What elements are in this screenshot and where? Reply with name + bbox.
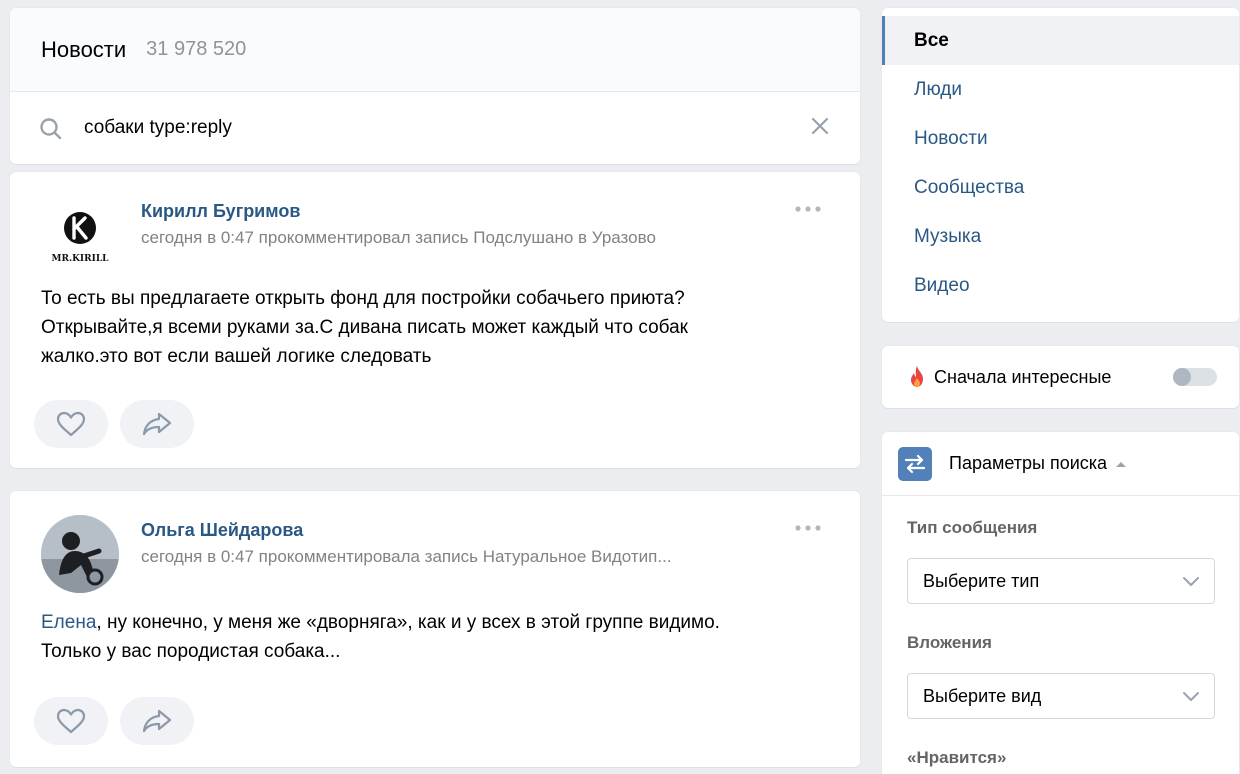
post-text-line: То есть вы предлагаете открыть фонд для … bbox=[41, 288, 685, 309]
search-input[interactable]: собаки type:reply bbox=[84, 117, 232, 139]
post-card: MR.KIRILL Кирилл Бугримов сегодня в 0:47… bbox=[10, 172, 860, 468]
more-options-icon[interactable] bbox=[794, 523, 822, 533]
mr-kirill-logo-icon: MR.KIRILL bbox=[52, 212, 110, 264]
post-source-link[interactable]: Подслушано в Уразово bbox=[473, 228, 656, 247]
post-text: То есть вы предлагаете открыть фонд для … bbox=[41, 284, 820, 371]
post-meta: сегодня в 0:47 прокомментировал запись П… bbox=[141, 228, 656, 248]
likes-label: «Нравится» bbox=[907, 748, 1007, 767]
interesting-first-row[interactable]: Сначала интересные bbox=[882, 346, 1239, 408]
sliders-icon bbox=[898, 446, 932, 481]
post-text-line: жалко.это вот если вашей логике следоват… bbox=[41, 346, 432, 367]
avatar[interactable] bbox=[41, 515, 119, 593]
post-author[interactable]: Кирилл Бугримов bbox=[141, 201, 300, 222]
heart-icon bbox=[56, 411, 86, 437]
caret-up-icon bbox=[1116, 461, 1127, 467]
filter-item-all[interactable]: Все bbox=[882, 16, 1239, 65]
filter-item-people[interactable]: Люди bbox=[882, 65, 1239, 114]
more-options-icon[interactable] bbox=[794, 204, 822, 214]
message-type-select[interactable]: Выберите тип bbox=[907, 558, 1215, 604]
filter-item-communities[interactable]: Сообщества bbox=[882, 163, 1239, 212]
heart-icon bbox=[56, 708, 86, 734]
search-params-panel: Параметры поиска Тип сообщения Выберите … bbox=[882, 432, 1239, 774]
attachments-select[interactable]: Выберите вид bbox=[907, 673, 1215, 719]
message-type-label: Тип сообщения bbox=[907, 518, 1038, 537]
mention-link[interactable]: Елена bbox=[41, 612, 96, 633]
post-text-fragment: , ну конечно, у меня же «дворняга», как … bbox=[96, 612, 720, 633]
post-author[interactable]: Ольга Шейдарова bbox=[141, 520, 303, 541]
filter-item-music[interactable]: Музыка bbox=[882, 212, 1239, 261]
search-card: Новости 31 978 520 собаки type:reply bbox=[10, 8, 860, 164]
post-text-line: Только у вас породистая собака... bbox=[41, 641, 341, 662]
like-button[interactable] bbox=[34, 697, 108, 745]
post-card: Ольга Шейдарова сегодня в 0:47 прокоммен… bbox=[10, 491, 860, 767]
post-meta: сегодня в 0:47 прокомментировала запись … bbox=[141, 547, 672, 567]
filter-item-video[interactable]: Видео bbox=[882, 261, 1239, 310]
share-icon bbox=[142, 709, 172, 733]
post-time: сегодня в 0:47 прокомментировала запись bbox=[141, 547, 483, 566]
toggle-knob bbox=[1173, 368, 1191, 386]
attachments-value: Выберите вид bbox=[923, 685, 1042, 706]
post-text-line: Елена, ну конечно, у меня же «дворняга»,… bbox=[41, 608, 820, 637]
share-button[interactable] bbox=[120, 400, 194, 448]
interesting-first-label: Сначала интересные bbox=[934, 366, 1112, 387]
page-header: Новости 31 978 520 bbox=[10, 8, 860, 92]
post-time: сегодня в 0:47 прокомментировал запись bbox=[141, 228, 474, 247]
interesting-first-toggle[interactable] bbox=[1173, 368, 1217, 386]
post-text: Елена, ну конечно, у меня же «дворняга»,… bbox=[41, 608, 820, 666]
page-title: Новости bbox=[41, 36, 127, 62]
search-bar[interactable]: собаки type:reply bbox=[10, 92, 860, 164]
post-text-line: Открывайте,я всеми руками за.С дивана пи… bbox=[41, 317, 688, 338]
close-icon[interactable] bbox=[808, 114, 832, 138]
search-section-filter: Все Люди Новости Сообщества Музыка Видео bbox=[882, 8, 1239, 322]
share-icon bbox=[142, 412, 172, 436]
like-button[interactable] bbox=[34, 400, 108, 448]
user-photo-icon bbox=[41, 515, 119, 593]
post-source-link[interactable]: Натуральное Видотип... bbox=[483, 547, 672, 566]
message-type-value: Выберите тип bbox=[923, 570, 1040, 591]
attachments-label: Вложения bbox=[907, 633, 992, 652]
share-button[interactable] bbox=[120, 697, 194, 745]
results-count: 31 978 520 bbox=[146, 38, 247, 60]
svg-text:MR.KIRILL: MR.KIRILL bbox=[52, 254, 110, 264]
fire-icon bbox=[911, 366, 923, 387]
search-params-title: Параметры поиска bbox=[949, 453, 1108, 473]
chevron-down-icon bbox=[1183, 577, 1199, 586]
search-params-toggle[interactable]: Параметры поиска bbox=[882, 432, 1239, 496]
search-icon bbox=[40, 118, 62, 140]
avatar[interactable]: MR.KIRILL bbox=[41, 196, 119, 274]
filter-item-news[interactable]: Новости bbox=[882, 114, 1239, 163]
chevron-down-icon bbox=[1183, 692, 1199, 701]
